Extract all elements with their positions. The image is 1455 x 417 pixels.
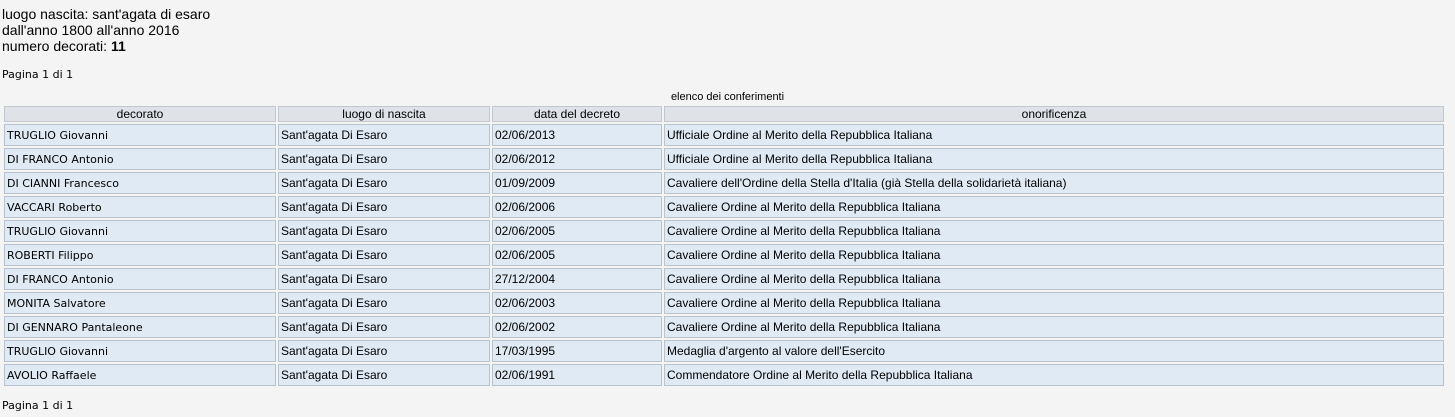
cell-luogo-di-nascita: Sant'agata Di Esaro	[278, 364, 490, 386]
cell-onorificenza: Commendatore Ordine al Merito della Repu…	[664, 364, 1444, 386]
cell-data-del-decreto: 02/06/1991	[492, 364, 662, 386]
table-row: TRUGLIO Giovanni Sant'agata Di Esaro 02/…	[4, 124, 1444, 146]
table-row: DI CIANNI Francesco Sant'agata Di Esaro …	[4, 172, 1444, 194]
cell-luogo-di-nascita: Sant'agata Di Esaro	[278, 316, 490, 338]
cell-luogo-di-nascita: Sant'agata Di Esaro	[278, 148, 490, 170]
cell-luogo-di-nascita: Sant'agata Di Esaro	[278, 244, 490, 266]
table-caption: elenco dei conferimenti	[670, 91, 785, 103]
cell-data-del-decreto: 02/06/2005	[492, 220, 662, 242]
table-row: TRUGLIO Giovanni Sant'agata Di Esaro 17/…	[4, 340, 1444, 362]
cell-data-del-decreto: 01/09/2009	[492, 172, 662, 194]
birthplace-line: luogo nascita: sant'agata di esaro	[2, 6, 210, 22]
table-header-row: decorato luogo di nascita data del decre…	[4, 106, 1444, 122]
cell-decorato: MONITA Salvatore	[4, 292, 276, 314]
cell-onorificenza: Cavaliere Ordine al Merito della Repubbl…	[664, 316, 1444, 338]
pagination-bottom: Pagina 1 di 1	[2, 399, 74, 412]
table-row: TRUGLIO Giovanni Sant'agata Di Esaro 02/…	[4, 220, 1444, 242]
column-header-decorato: decorato	[4, 106, 276, 122]
cell-data-del-decreto: 02/06/2012	[492, 148, 662, 170]
cell-onorificenza: Cavaliere Ordine al Merito della Repubbl…	[664, 268, 1444, 290]
cell-onorificenza: Cavaliere dell'Ordine della Stella d'Ita…	[664, 172, 1444, 194]
cell-decorato: TRUGLIO Giovanni	[4, 340, 276, 362]
cell-decorato: DI FRANCO Antonio	[4, 268, 276, 290]
cell-luogo-di-nascita: Sant'agata Di Esaro	[278, 220, 490, 242]
search-summary: luogo nascita: sant'agata di esaro dall'…	[2, 6, 210, 54]
table-row: DI FRANCO Antonio Sant'agata Di Esaro 27…	[4, 268, 1444, 290]
cell-data-del-decreto: 02/06/2006	[492, 196, 662, 218]
cell-data-del-decreto: 02/06/2003	[492, 292, 662, 314]
table-row: DI FRANCO Antonio Sant'agata Di Esaro 02…	[4, 148, 1444, 170]
cell-onorificenza: Cavaliere Ordine al Merito della Repubbl…	[664, 220, 1444, 242]
cell-onorificenza: Medaglia d'argento al valore dell'Eserci…	[664, 340, 1444, 362]
cell-decorato: TRUGLIO Giovanni	[4, 124, 276, 146]
cell-data-del-decreto: 02/06/2005	[492, 244, 662, 266]
cell-data-del-decreto: 02/06/2002	[492, 316, 662, 338]
birthplace-label: luogo nascita:	[2, 6, 89, 22]
table-row: AVOLIO Raffaele Sant'agata Di Esaro 02/0…	[4, 364, 1444, 386]
cell-onorificenza: Cavaliere Ordine al Merito della Repubbl…	[664, 244, 1444, 266]
cell-data-del-decreto: 02/06/2013	[492, 124, 662, 146]
year-range-line: dall'anno 1800 all'anno 2016	[2, 22, 180, 38]
count-label: numero decorati:	[2, 38, 108, 54]
cell-luogo-di-nascita: Sant'agata Di Esaro	[278, 196, 490, 218]
cell-luogo-di-nascita: Sant'agata Di Esaro	[278, 172, 490, 194]
table-row: ROBERTI Filippo Sant'agata Di Esaro 02/0…	[4, 244, 1444, 266]
table-row: DI GENNARO Pantaleone Sant'agata Di Esar…	[4, 316, 1444, 338]
cell-luogo-di-nascita: Sant'agata Di Esaro	[278, 268, 490, 290]
cell-data-del-decreto: 17/03/1995	[492, 340, 662, 362]
cell-onorificenza: Ufficiale Ordine al Merito della Repubbl…	[664, 124, 1444, 146]
cell-onorificenza: Cavaliere Ordine al Merito della Repubbl…	[664, 292, 1444, 314]
cell-luogo-di-nascita: Sant'agata Di Esaro	[278, 292, 490, 314]
count-line: numero decorati: 11	[2, 38, 210, 54]
column-header-onorificenza: onorificenza	[664, 106, 1444, 122]
cell-data-del-decreto: 27/12/2004	[492, 268, 662, 290]
cell-onorificenza: Ufficiale Ordine al Merito della Repubbl…	[664, 148, 1444, 170]
cell-luogo-di-nascita: Sant'agata Di Esaro	[278, 340, 490, 362]
cell-onorificenza: Cavaliere Ordine al Merito della Repubbl…	[664, 196, 1444, 218]
table-row: MONITA Salvatore Sant'agata Di Esaro 02/…	[4, 292, 1444, 314]
count-value: 11	[110, 38, 126, 54]
cell-luogo-di-nascita: Sant'agata Di Esaro	[278, 124, 490, 146]
cell-decorato: DI CIANNI Francesco	[4, 172, 276, 194]
cell-decorato: ROBERTI Filippo	[4, 244, 276, 266]
birthplace-value: sant'agata di esaro	[92, 6, 211, 22]
awards-table: decorato luogo di nascita data del decre…	[2, 104, 1446, 388]
column-header-luogo-di-nascita: luogo di nascita	[278, 106, 490, 122]
column-header-data-del-decreto: data del decreto	[492, 106, 662, 122]
cell-decorato: DI FRANCO Antonio	[4, 148, 276, 170]
cell-decorato: TRUGLIO Giovanni	[4, 220, 276, 242]
pagination-top: Pagina 1 di 1	[2, 68, 74, 81]
table-row: VACCARI Roberto Sant'agata Di Esaro 02/0…	[4, 196, 1444, 218]
cell-decorato: AVOLIO Raffaele	[4, 364, 276, 386]
cell-decorato: VACCARI Roberto	[4, 196, 276, 218]
cell-decorato: DI GENNARO Pantaleone	[4, 316, 276, 338]
